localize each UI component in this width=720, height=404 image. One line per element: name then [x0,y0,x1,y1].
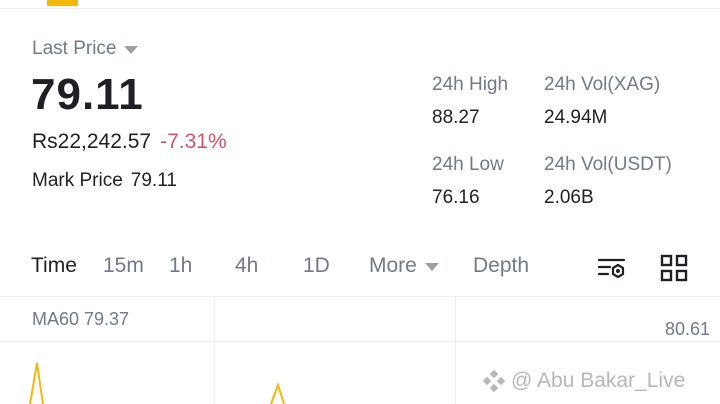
caret-down-icon [424,263,439,271]
low-24h-label: 24h Low [432,154,504,175]
fiat-price-row: Rs22,242.57 -7.31% [32,130,227,154]
watermark-text: @ Abu Bakar_Live [511,369,686,392]
low-24h-value: 76.16 [432,187,480,208]
more-label: More [369,254,417,277]
high-24h-label: 24h High [432,74,509,95]
watermark: @ Abu Bakar_Live [483,369,685,393]
tab-1h[interactable]: 1h [169,254,192,278]
caret-down-icon [124,46,139,54]
tab-1d[interactable]: 1D [303,254,330,278]
mark-price-label: Mark Price [32,170,123,191]
tab-15m[interactable]: 15m [103,254,144,278]
vol-base-24h-value: 24.94M [544,107,608,128]
more-dropdown[interactable]: More [369,254,439,278]
last-price-label: Last Price [32,38,117,59]
price-chart[interactable]: MA60 79.37 80.61 @ Abu Bakar_Live [0,297,720,404]
mark-price-value: 79.11 [130,170,177,191]
active-tab-indicator [47,0,78,6]
top-divider [0,8,720,9]
last-price-value: 79.11 [31,70,144,119]
binance-logo-icon [483,370,505,392]
tab-4h[interactable]: 4h [235,254,258,278]
high-24h-value: 88.27 [432,107,480,128]
price-change-percent: -7.31% [160,130,227,153]
tab-time[interactable]: Time [31,254,77,278]
vol-base-24h-label: 24h Vol(XAG) [544,74,661,95]
fiat-price: Rs22,242.57 [32,130,152,153]
grid-layout-icon[interactable] [658,252,690,284]
last-price-selector[interactable]: Last Price [32,38,139,60]
mark-price-row: Mark Price 79.11 [32,170,177,192]
tab-depth[interactable]: Depth [473,254,529,278]
vol-quote-24h-value: 2.06B [544,187,594,208]
chart-settings-icon[interactable] [596,252,628,284]
vol-quote-24h-label: 24h Vol(USDT) [544,154,672,175]
